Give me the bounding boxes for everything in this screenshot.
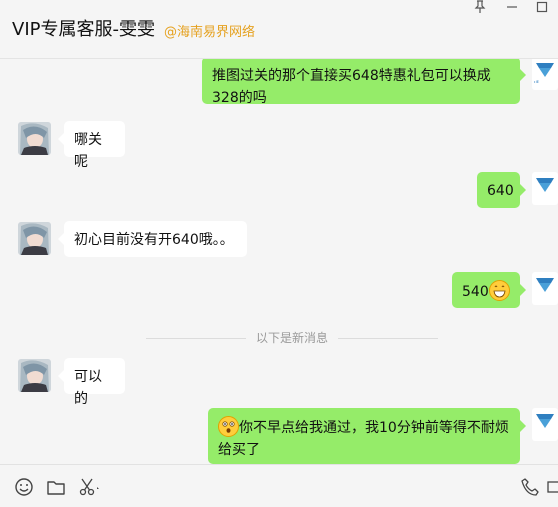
message-text: 初心目前没有开640哦。。 xyxy=(74,232,234,248)
message-bubble-outgoing[interactable]: 540 xyxy=(452,272,526,308)
astonished-emoji-icon xyxy=(218,416,239,437)
chat-title: VIP专属客服-雯雯 xyxy=(12,19,155,40)
message-text: 可以的 xyxy=(74,369,102,407)
message-bubble-incoming[interactable]: 可以的 xyxy=(58,358,125,407)
pin-icon[interactable] xyxy=(468,0,492,22)
avatar[interactable] xyxy=(18,222,51,255)
maximize-icon[interactable] xyxy=(530,0,554,22)
divider-line xyxy=(338,338,438,339)
phone-icon[interactable] xyxy=(520,477,542,499)
message-text: 540 xyxy=(462,284,489,300)
message-text: 推图过关的那个直接买648特惠礼包可以换成328的吗 xyxy=(212,68,491,106)
chat-subtitle[interactable]: @海南易界网络 xyxy=(164,21,255,40)
scissors-icon[interactable] xyxy=(78,477,102,499)
message-bubble-outgoing[interactable]: 640 xyxy=(477,172,526,208)
input-toolbar xyxy=(0,464,558,507)
svg-text:ᶦᴵᴱ: ᶦᴵᴱ xyxy=(534,80,540,87)
minimize-icon[interactable] xyxy=(500,0,524,22)
avatar[interactable] xyxy=(18,122,51,155)
avatar[interactable] xyxy=(532,408,558,441)
message-text: 你不早点给我通过，我10分钟前等得不耐烦给买了 xyxy=(218,420,509,458)
new-messages-divider: 以下是新消息 xyxy=(146,330,438,346)
emoji-icon[interactable] xyxy=(14,477,36,499)
message-bubble-incoming[interactable]: 初心目前没有开640哦。。 xyxy=(58,221,247,257)
message-text: 哪关呢 xyxy=(74,132,102,170)
message-text: 640 xyxy=(487,183,514,199)
folder-icon[interactable] xyxy=(46,477,68,499)
avatar[interactable] xyxy=(18,359,51,392)
message-bubble-incoming[interactable]: 哪关呢 xyxy=(58,121,125,170)
avatar[interactable] xyxy=(532,272,558,305)
message-list[interactable]: 推图过关的那个直接买648特惠礼包可以换成328的吗 ᶦᴵᴱ 哪关呢 640 初… xyxy=(0,59,558,464)
chat-header: VIP专属客服-雯雯 @海南易界网络 xyxy=(0,0,558,59)
grinning-emoji-icon xyxy=(488,280,510,301)
video-icon[interactable] xyxy=(546,477,558,499)
message-bubble-outgoing[interactable]: 推图过关的那个直接买648特惠礼包可以换成328的吗 xyxy=(202,59,526,106)
avatar[interactable]: ᶦᴵᴱ xyxy=(532,59,558,90)
message-bubble-outgoing[interactable]: 你不早点给我通过，我10分钟前等得不耐烦给买了 xyxy=(208,408,526,464)
avatar[interactable] xyxy=(532,172,558,205)
